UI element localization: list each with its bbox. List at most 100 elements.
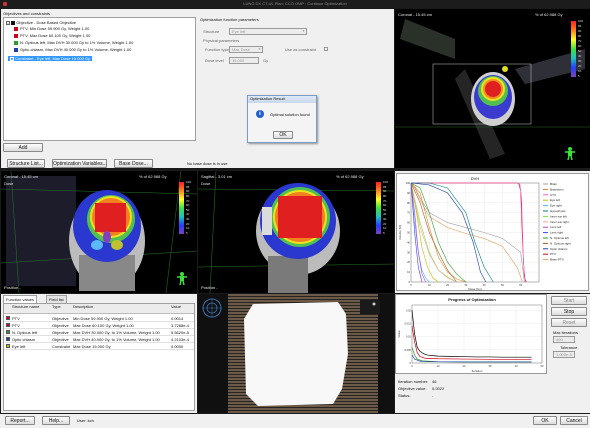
coronal-image [1,171,197,293]
table-row[interactable]: PTV Objective Max Dose 60.100 Gy, Weight 1… [4,322,194,329]
dialog-title: Optimization Result [250,96,285,101]
max-iterations-field[interactable]: 400 [553,336,575,343]
table-header-cell[interactable]: Description [73,305,169,309]
progress-plot-frame: Progress of Optimization 0.02 0.015 0.01 0.0… [395,294,547,374]
tolerance-field[interactable]: 1.000e-5 [553,351,575,358]
table-cell-value: 0.0014 [171,316,184,321]
progress-y-tick: 0.005 [405,348,412,352]
table-header-cell[interactable]: Structure name [12,305,50,309]
dialog-titlebar: Optimization Result [248,96,316,103]
table-cell-type: Objective [52,330,69,335]
table-cell-name: PTV [12,323,20,328]
dvh-legend-label: Brain-PTV [550,258,564,262]
ok-button[interactable]: OK [533,416,557,425]
viewport-top-right[interactable]: Coronal - 15.45 cm % of 62.988 Gy 100 95 9… [395,9,590,168]
dvh-legend-label: Brainstem [550,187,564,191]
opt-params-label: Optimization function parameters [200,17,259,22]
expand-icon[interactable]: + [10,56,14,61]
colorbar-tick: 30 [186,217,190,222]
dose-level-field[interactable]: 15.000 [229,57,259,64]
progress-x-tick: 0 [411,364,413,368]
dvh-plot-frame[interactable]: DVH 100 90 80 70 60 50 40 30 20 10 0 0 10 20 30 40 50 60 Do… [396,173,589,291]
tolerance-label: Tolerance [560,345,578,350]
objectives-tree[interactable]: − Objective - Dose Based Objective PTV, … [3,17,196,141]
help-button[interactable]: Help... [42,416,70,425]
optimization-result-dialog: Optimization Result i Optimal solution f… [247,95,317,143]
colorbar-tick: 70 [383,198,387,203]
reset-button[interactable]: Reset [551,318,587,327]
progress-y-tick: 0.015 [405,321,412,325]
physical-params-label: Physical parameters [203,38,240,43]
base-dose-button[interactable]: Base Dose... [114,159,153,168]
optimization-variables-button[interactable]: Optimization Variables... [52,159,107,168]
chevron-down-icon: ▼ [258,47,261,51]
objective-item-label: N. Opticus left, Max DVH 30.000 Gy to 1%… [20,40,134,45]
table-cell-name: Optic chiasm [12,337,36,342]
report-button[interactable]: Report... [5,416,35,425]
function-values-table: Structure name Type Description Value PTV Obj… [3,303,195,411]
progress-ylabel: Value [397,330,401,338]
colorbar-tick: 20 [186,221,190,226]
tab-field-list[interactable]: Field list [46,295,67,303]
function-type-select[interactable]: Max Dose ▼ [229,46,263,53]
use-as-constraint-checkbox[interactable] [324,47,328,51]
viewport-sagittal[interactable]: Sagittal - 3.01 cm Dose % of 62.988 Gy 1… [198,171,394,293]
dvh-x-tick: 60 [519,283,522,287]
objective-item[interactable]: Optic chiasm, Max DVH 40.000 Gy to 1% Vo… [14,47,131,52]
table-header-cell[interactable]: Value [171,305,195,309]
colorbar-tick: 50 [578,49,582,53]
viewport-top-right-image [395,19,590,159]
stop-button[interactable]: Stop [551,307,587,316]
objective-item[interactable]: PTV, Min Dose 59.900 Gy, Weight 1.00 [14,26,89,31]
sagittal-sub: Dose [201,181,211,186]
footer: Report... Help... User: kch OK Cancel [0,414,590,428]
colorbar-tick: 50 [186,207,190,212]
orientation-figure-icon [175,271,189,286]
table-cell-name: N. Opticus left [12,330,38,335]
dialog-ok-button[interactable]: OK [273,131,293,139]
progress-chart: Progress of Optimization 0.02 0.015 0.01 0.0… [397,297,544,373]
objective-color-swatch [14,26,18,31]
structure-select-value: Eye left [232,29,246,34]
colorbar-tick: 40 [578,54,582,58]
objective-item[interactable]: PTV, Max Dose 60.100 Gy, Weight 1.00 [14,33,90,38]
structure-list-button[interactable]: Structure List... [7,159,45,168]
tr-dose-pct: % of 62.988 Gy [535,12,563,17]
table-row[interactable]: PTV Objective Min Dose 59.900 Gy, Weight 1… [4,315,194,322]
title-bar: LUNG DX CT-UL Plan: CCO OMP : Continue O… [0,0,590,8]
table-header-cell[interactable]: Type [52,305,71,309]
colorbar-tick: 10 [186,226,190,231]
dvh-x-tick: 0 [410,283,412,287]
add-button[interactable]: Add [3,143,43,152]
constraint-item[interactable]: + Constraint - Eye left, Max Dose 15.000… [8,56,93,61]
objectives-label: Objectives and constraints [3,11,50,16]
collapse-icon[interactable]: − [6,20,10,25]
table-row[interactable]: N. Opticus left Objective Max DVH 30.000 G… [4,329,194,336]
objective-group-label: Objective - Dose Based Objective [16,20,77,25]
dvh-y-tick: 70 [407,211,410,215]
colorbar-tick: 10 [578,69,582,73]
dvh-y-tick: 80 [407,201,410,205]
cancel-button[interactable]: Cancel [560,416,588,425]
objective-group[interactable]: − Objective - Dose Based Objective [6,20,76,25]
tab-function-values[interactable]: Function values [3,295,38,303]
viewport-coronal[interactable]: Coronal - 15.45 cm Dose % of 62.988 Gy 1… [1,171,197,293]
table-cell-name: Eye left [12,344,26,349]
dvh-legend-label: Brain [550,182,557,186]
structure-select[interactable]: Eye left ▼ [229,28,307,35]
table-cell-type: Objective [52,323,69,328]
colorbar-tick: 100 [578,19,584,23]
start-button[interactable]: Start [551,296,587,305]
dvh-y-tick: 50 [407,231,410,235]
dvh-x-tick: 40 [483,283,486,287]
beams-eye-view[interactable] [198,294,394,413]
objective-item[interactable]: N. Opticus left, Max DVH 30.000 Gy to 1%… [14,40,133,45]
table-cell-name: PTV [12,316,20,321]
objective-item-label: PTV, Min Dose 59.900 Gy, Weight 1.00 [20,26,90,31]
colorbar-tick: 5 [186,231,188,235]
dvh-legend-label: Inner ear left [550,214,567,218]
table-row[interactable]: Eye left Constraint Max Dose 15.000 Gy 0.00… [4,343,194,350]
bev-image [202,294,380,413]
table-row[interactable]: Optic chiasm Objective Max DVH 40.000 Gy, … [4,336,194,343]
row-color-swatch [6,316,10,320]
